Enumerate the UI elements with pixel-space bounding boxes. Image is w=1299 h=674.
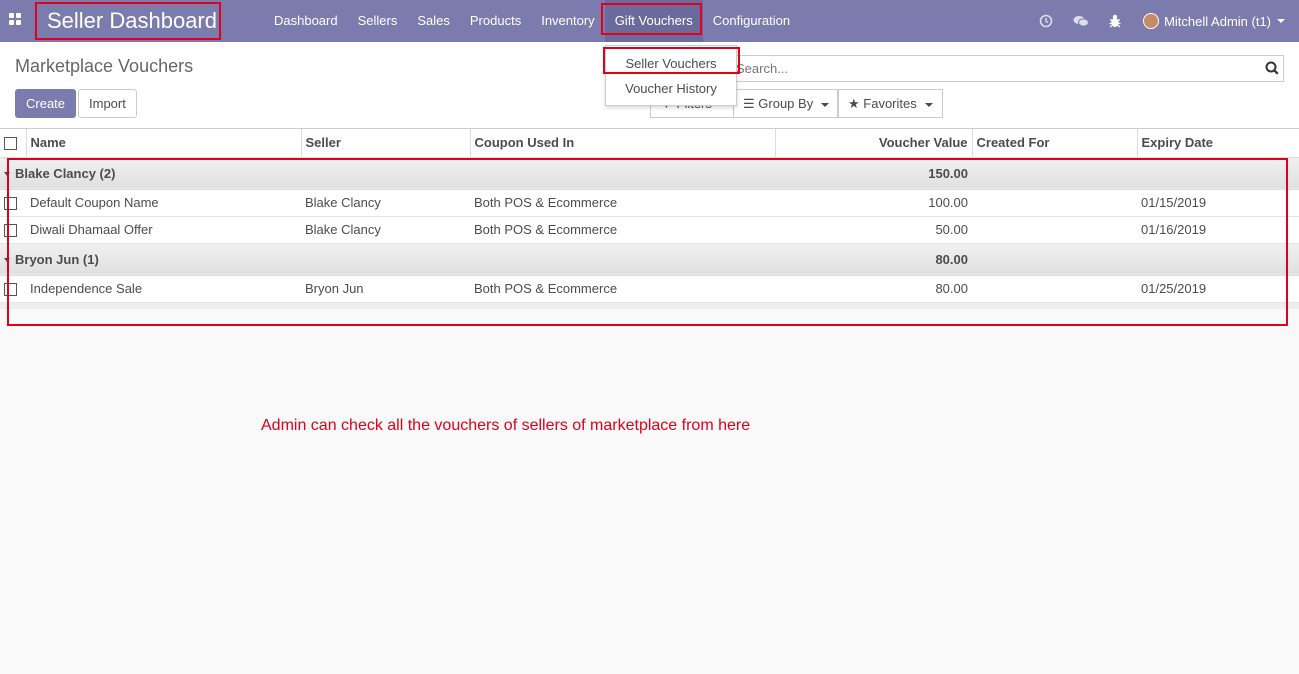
row-checkbox[interactable]: [4, 224, 17, 238]
vouchers-table: Name Seller Coupon Used In Voucher Value…: [0, 129, 1299, 309]
group-total: 150.00: [775, 157, 972, 190]
table-footer: [0, 302, 1299, 309]
list-icon: ☰: [743, 96, 755, 111]
group-label: Bryon Jun (1): [15, 251, 99, 267]
cell-coupon-used-in: Both POS & Ecommerce: [470, 275, 775, 303]
column-voucher-value[interactable]: Voucher Value: [775, 129, 973, 158]
apps-icon[interactable]: [9, 13, 21, 25]
caret-down-icon: [4, 258, 10, 263]
group-row[interactable]: Blake Clancy (2) 150.00: [0, 157, 1299, 190]
menu-sellers[interactable]: Sellers: [348, 0, 408, 42]
bug-icon[interactable]: [1109, 14, 1121, 28]
chat-icon[interactable]: [1073, 14, 1090, 28]
star-icon: ★: [848, 96, 860, 111]
cell-seller: Blake Clancy: [301, 216, 470, 244]
group-by-button[interactable]: ☰ Group By: [733, 89, 838, 118]
cell-seller: Bryon Jun: [301, 275, 470, 303]
select-all-header: [0, 129, 27, 158]
chevron-down-icon: [924, 102, 933, 107]
cell-created-for: [972, 189, 1137, 217]
cell-voucher-value: 80.00: [775, 275, 972, 303]
search-input[interactable]: [736, 56, 1236, 81]
annotation-text: Admin can check all the vouchers of sell…: [261, 417, 751, 434]
menu-sales[interactable]: Sales: [407, 0, 460, 42]
top-navbar: Seller Dashboard Dashboard Sellers Sales…: [0, 0, 1299, 42]
column-seller[interactable]: Seller: [301, 129, 471, 158]
group-total: 80.00: [775, 243, 972, 276]
clock-icon[interactable]: [1039, 14, 1053, 28]
column-expiry-date[interactable]: Expiry Date: [1137, 129, 1299, 158]
menu-configuration[interactable]: Configuration: [703, 0, 800, 42]
chevron-down-icon: [821, 102, 830, 107]
select-all-checkbox[interactable]: [4, 137, 17, 151]
cell-created-for: [972, 275, 1137, 303]
avatar: [1143, 13, 1160, 29]
cell-coupon-used-in: Both POS & Ecommerce: [470, 189, 775, 217]
row-checkbox[interactable]: [4, 197, 17, 211]
page-title: Marketplace Vouchers: [15, 56, 194, 76]
cell-expiry-date: 01/25/2019: [1137, 275, 1299, 303]
user-name: Mitchell Admin (t1): [1164, 13, 1271, 29]
seller-vouchers-highlight: [603, 47, 740, 74]
gift-vouchers-highlight: [601, 3, 702, 35]
cell-voucher-value: 50.00: [775, 216, 972, 244]
cell-created-for: [972, 216, 1137, 244]
caret-down-icon: [4, 172, 10, 177]
column-coupon-used-in[interactable]: Coupon Used In: [470, 129, 776, 158]
cell-seller: Blake Clancy: [301, 189, 470, 217]
search-box: [735, 55, 1284, 82]
group-by-label: Group By: [758, 96, 814, 111]
column-created-for[interactable]: Created For: [972, 129, 1138, 158]
table-row[interactable]: Diwali Dhamaal Offer Blake Clancy Both P…: [0, 216, 1299, 244]
menu-inventory[interactable]: Inventory: [531, 0, 604, 42]
search-icon[interactable]: [1265, 61, 1279, 75]
favorites-label: Favorites: [863, 96, 917, 111]
cell-expiry-date: 01/15/2019: [1137, 189, 1299, 217]
import-button[interactable]: Import: [78, 89, 137, 118]
cell-name: Default Coupon Name: [26, 189, 301, 217]
row-checkbox[interactable]: [4, 283, 17, 297]
table-row[interactable]: Default Coupon Name Blake Clancy Both PO…: [0, 189, 1299, 217]
systray: Mitchell Admin (t1): [1019, 0, 1285, 42]
column-name[interactable]: Name: [26, 129, 302, 158]
brand-title[interactable]: Seller Dashboard: [35, 2, 221, 40]
menu-voucher-history[interactable]: Voucher History: [606, 81, 736, 96]
cell-name: Independence Sale: [26, 275, 301, 303]
main-menu: Dashboard Sellers Sales Products Invento…: [264, 0, 800, 42]
table-row[interactable]: Independence Sale Bryon Jun Both POS & E…: [0, 275, 1299, 303]
cell-voucher-value: 100.00: [775, 189, 972, 217]
table-header: Name Seller Coupon Used In Voucher Value…: [0, 129, 1299, 158]
favorites-button[interactable]: ★ Favorites: [838, 89, 943, 118]
cell-expiry-date: 01/16/2019: [1137, 216, 1299, 244]
group-row[interactable]: Bryon Jun (1) 80.00: [0, 243, 1299, 276]
user-menu[interactable]: Mitchell Admin (t1): [1143, 13, 1285, 29]
cell-name: Diwali Dhamaal Offer: [26, 216, 301, 244]
group-label: Blake Clancy (2): [15, 165, 116, 181]
menu-products[interactable]: Products: [460, 0, 531, 42]
create-button[interactable]: Create: [15, 89, 77, 118]
menu-dashboard[interactable]: Dashboard: [264, 0, 348, 42]
cell-coupon-used-in: Both POS & Ecommerce: [470, 216, 775, 244]
chevron-down-icon: [1277, 19, 1285, 23]
